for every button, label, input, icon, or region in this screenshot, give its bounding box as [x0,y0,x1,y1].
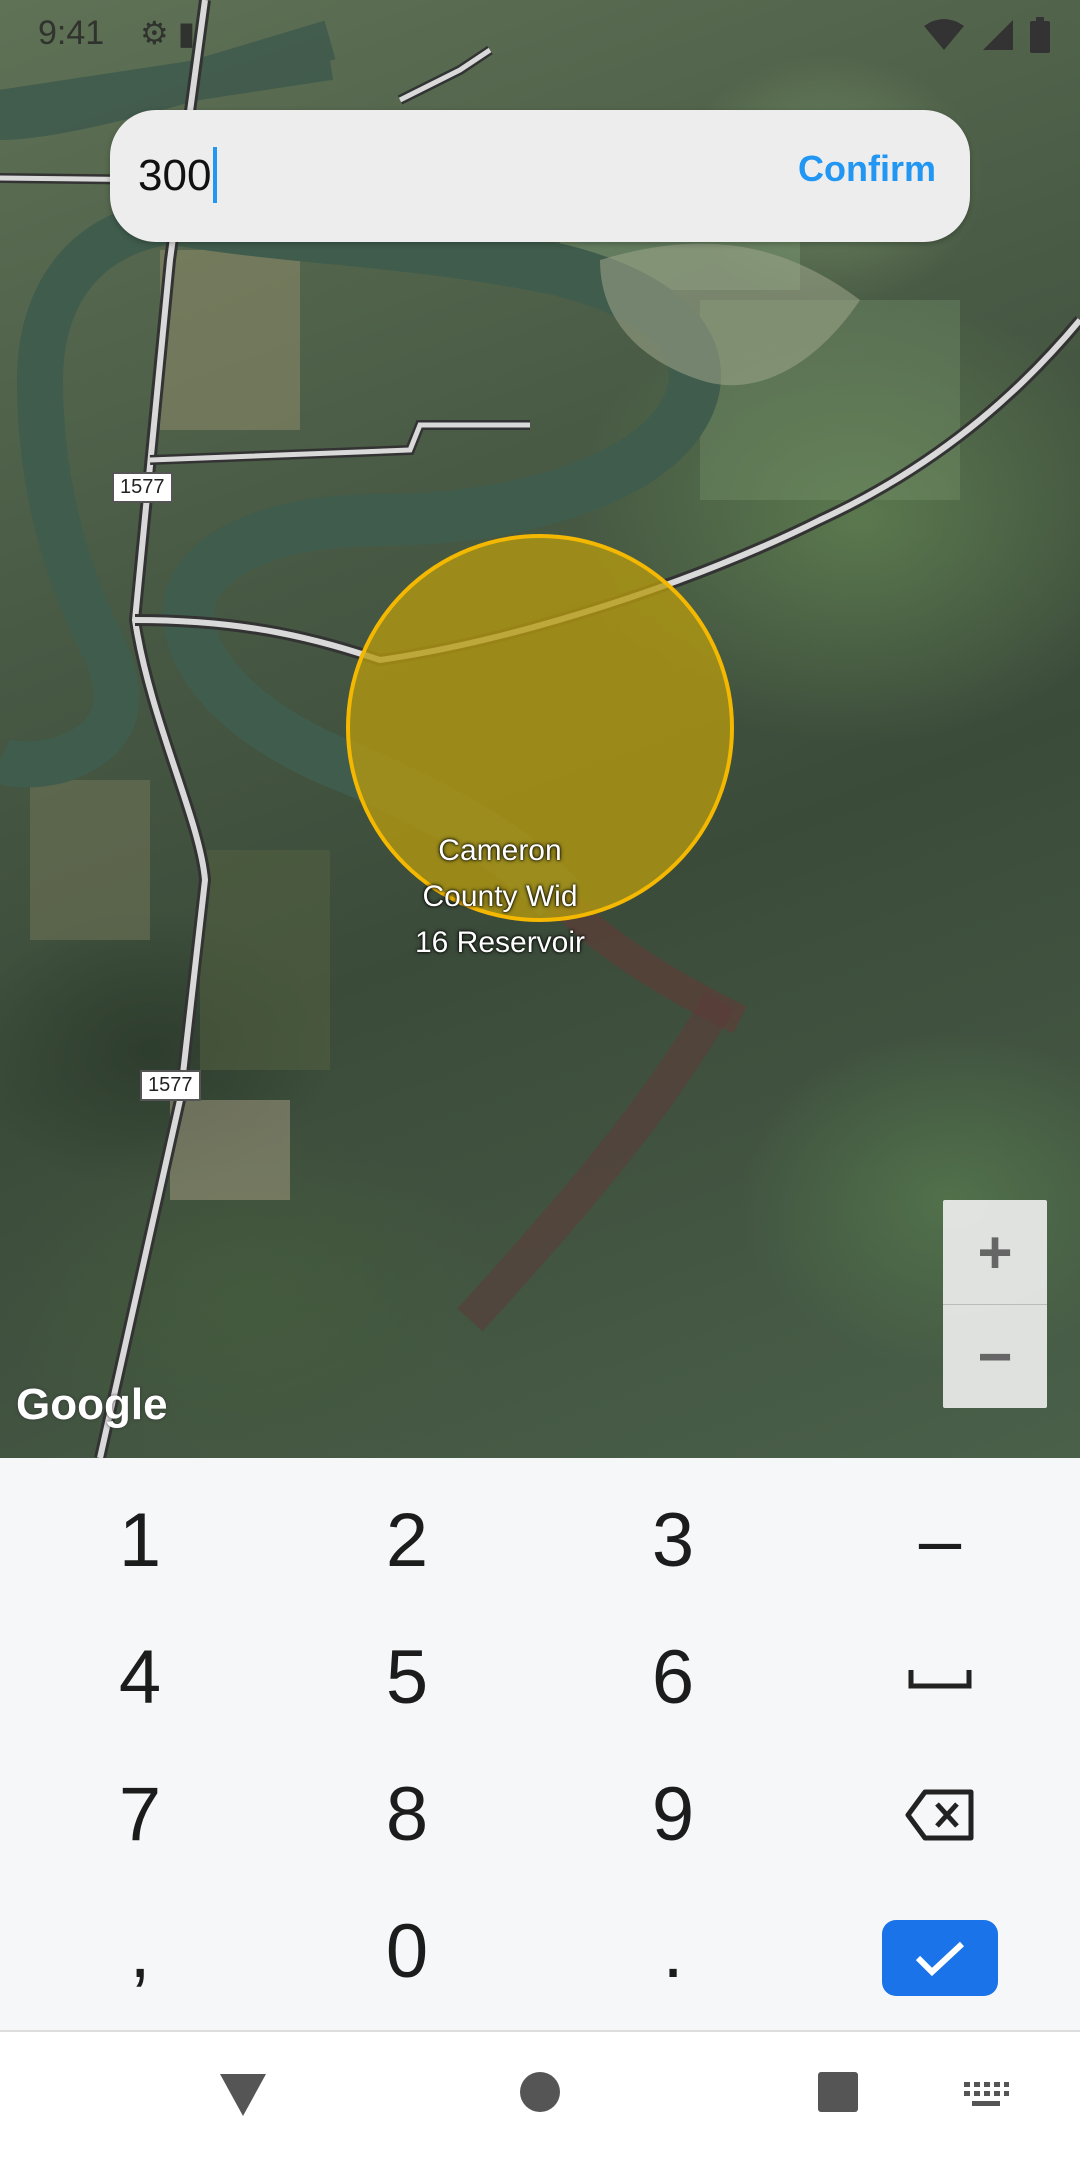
google-logo: Google [16,1380,168,1429]
space-icon [908,1669,972,1688]
status-icons-right [922,14,1050,53]
signal-icon [983,19,1014,50]
key-label: 9 [651,1772,695,1857]
key-4[interactable]: 4 [5,1609,275,1746]
key-8[interactable]: 8 [272,1746,542,1883]
key-done[interactable] [882,1920,998,1996]
text-cursor [213,147,218,204]
key-label: 1 [118,1498,162,1583]
home-icon[interactable] [520,2072,560,2112]
place-label-line: Cameron [438,834,562,867]
radius-input-field[interactable]: 300 [138,140,218,212]
status-bar: 9:41 ⚙ ▮ [0,0,1080,66]
key-9[interactable]: 9 [538,1746,808,1883]
sim-card-icon: ▮ [177,15,196,51]
back-icon[interactable] [218,2072,268,2118]
key-comma[interactable]: , [5,1883,275,2020]
zoom-out-button[interactable]: − [943,1304,1047,1408]
radius-input-bar: 300 Confirm [110,110,970,242]
key-0[interactable]: 0 [272,1883,542,2020]
key-label: 0 [385,1909,429,1994]
key-label: , [129,1909,151,1994]
zoom-in-button[interactable]: + [943,1200,1047,1305]
key-space[interactable] [805,1609,1075,1746]
backspace-icon [905,1789,974,1840]
key-5[interactable]: 5 [272,1609,542,1746]
key-backspace[interactable] [805,1746,1075,1883]
key-label: 8 [385,1772,429,1857]
key-label: 5 [385,1635,429,1720]
key-7[interactable]: 7 [5,1746,275,1883]
navigation-bar [0,2030,1080,2162]
recents-icon[interactable] [818,2072,858,2112]
confirm-button[interactable]: Confirm [798,148,936,190]
key-label: 2 [385,1498,429,1583]
road-shield: 1577 [112,472,173,503]
key-label: . [662,1909,684,1994]
key-dash[interactable]: – [805,1472,1075,1609]
place-label-line: 16 Reservoir [414,926,586,959]
key-period[interactable]: . [538,1883,808,2020]
gear-icon: ⚙ [140,15,169,51]
radius-input-value: 300 [138,151,212,200]
road-shield: 1577 [140,1070,201,1101]
key-label: 4 [118,1635,162,1720]
done-check-icon [915,1941,965,1977]
battery-icon [1030,16,1050,53]
place-label: Cameron County Wid 16 Reservoir [380,828,620,966]
zoom-controls: + − [943,1200,1047,1408]
key-2[interactable]: 2 [272,1472,542,1609]
wifi-icon [924,18,965,50]
key-6[interactable]: 6 [538,1609,808,1746]
key-label: 6 [651,1635,695,1720]
place-label-line: County Wid [422,880,578,913]
key-1[interactable]: 1 [5,1472,275,1609]
key-3[interactable]: 3 [538,1472,808,1609]
key-label: 7 [118,1772,162,1857]
key-label: 3 [651,1498,695,1583]
numeric-keyboard: 1 2 3 – 4 5 6 7 8 9 , 0 . [0,1458,1080,2030]
status-icons-left: ⚙ ▮ [140,14,195,52]
key-label: – [918,1498,962,1583]
keyboard-switch-icon[interactable] [962,2080,1010,2110]
status-time: 9:41 [38,14,105,52]
